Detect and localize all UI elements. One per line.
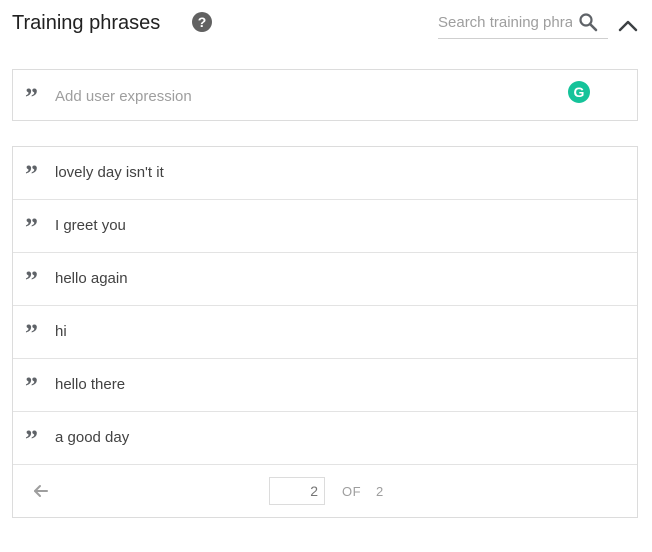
chevron-up-icon[interactable] <box>614 14 642 36</box>
phrase-text[interactable]: hello there <box>55 375 125 395</box>
training-phrases-header: Training phrases ? <box>12 0 644 50</box>
section-title: Training phrases <box>12 12 161 34</box>
quote-icon: ” <box>25 213 38 242</box>
quote-icon: ” <box>25 83 38 112</box>
phrase-text[interactable]: a good day <box>55 428 129 448</box>
phrase-row[interactable]: ” I greet you <box>13 200 637 253</box>
quote-icon: ” <box>25 425 38 454</box>
quote-icon: ” <box>25 372 38 401</box>
training-phrases-list: ” lovely day isn't it ” I greet you ” he… <box>12 146 638 518</box>
of-label: OF <box>342 484 362 499</box>
search-box <box>438 6 608 39</box>
phrase-row[interactable]: ” a good day <box>13 412 637 465</box>
phrase-text[interactable]: lovely day isn't it <box>55 163 164 183</box>
quote-icon: ” <box>25 160 38 189</box>
grammarly-icon[interactable]: G <box>568 81 590 103</box>
phrase-text[interactable]: hi <box>55 322 67 342</box>
search-input[interactable] <box>438 10 572 34</box>
search-icon[interactable] <box>578 12 598 32</box>
phrase-text[interactable]: I greet you <box>55 216 126 236</box>
phrase-text[interactable]: hello again <box>55 269 128 289</box>
pagination: OF 2 <box>13 465 637 517</box>
arrow-left-icon[interactable] <box>31 481 51 501</box>
total-pages: 2 <box>376 484 384 499</box>
page-number-input[interactable] <box>269 477 325 505</box>
quote-icon: ” <box>25 266 38 295</box>
phrase-row[interactable]: ” lovely day isn't it <box>13 147 637 200</box>
phrase-row[interactable]: ” hello again <box>13 253 637 306</box>
add-user-expression-input[interactable] <box>55 84 535 108</box>
help-icon[interactable]: ? <box>192 12 212 32</box>
phrase-row[interactable]: ” hello there <box>13 359 637 412</box>
phrase-row[interactable]: ” hi <box>13 306 637 359</box>
add-expression-box: ” G <box>12 69 638 121</box>
quote-icon: ” <box>25 319 38 348</box>
